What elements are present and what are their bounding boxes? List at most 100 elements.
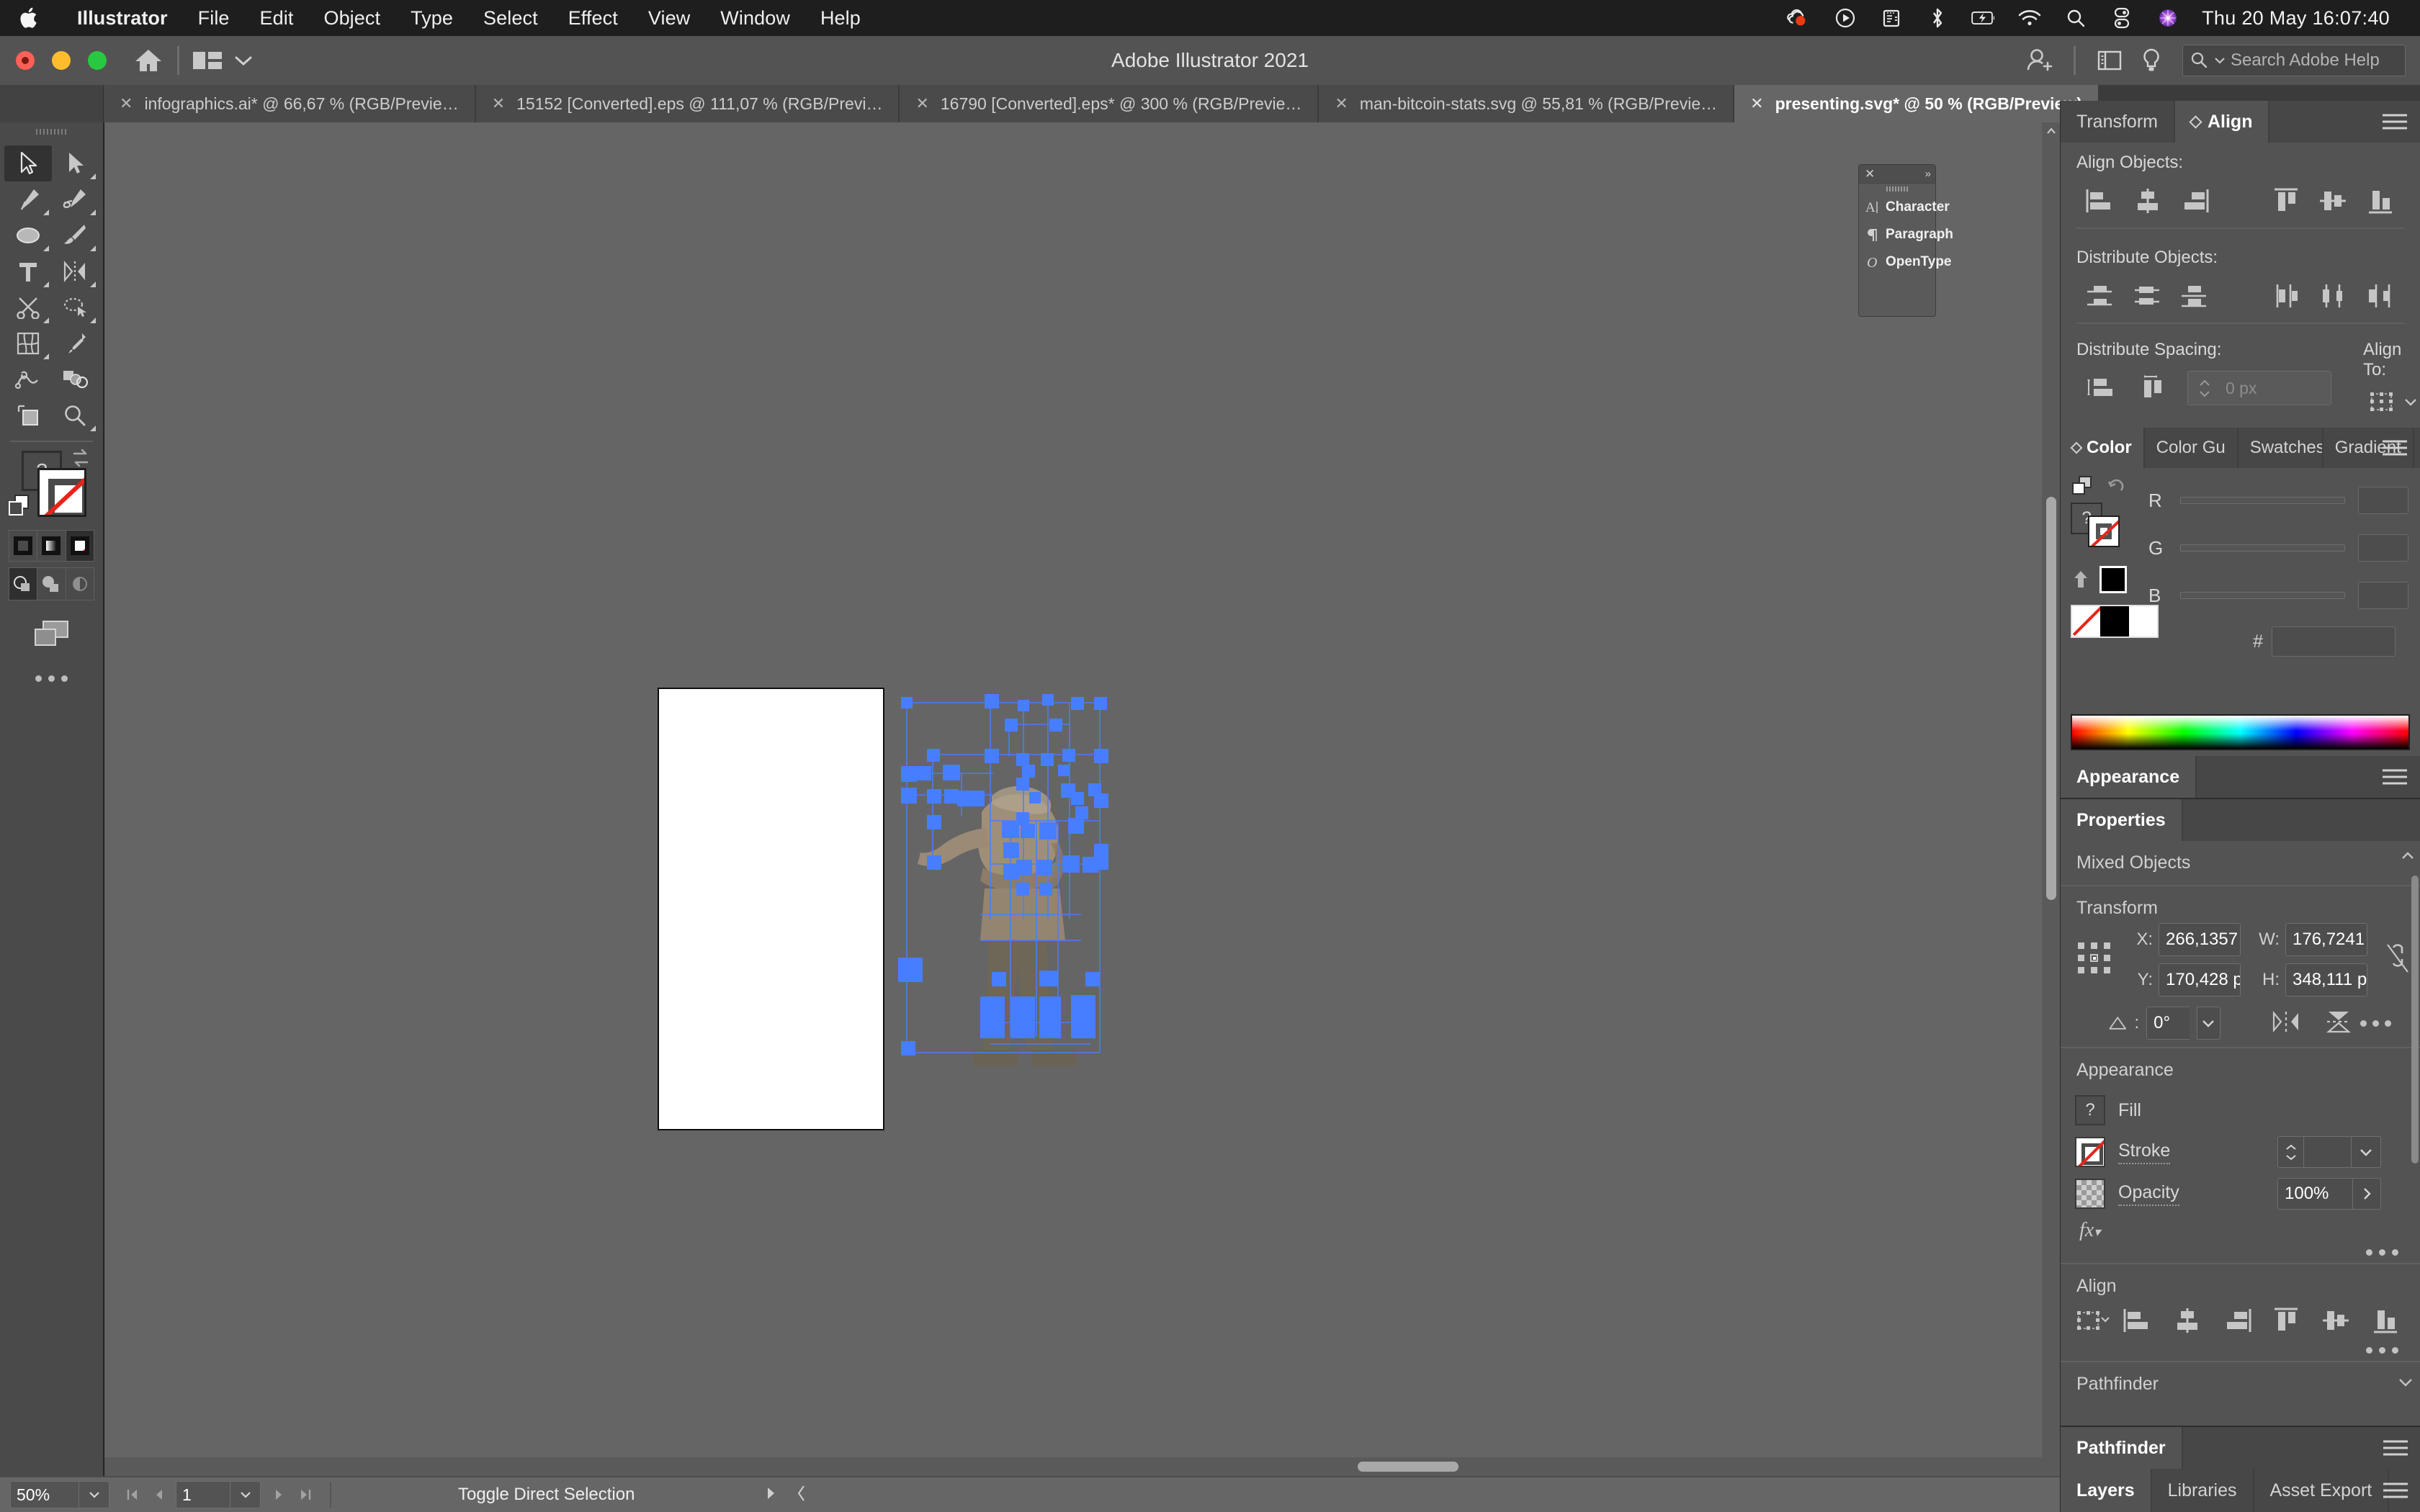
distribute-vertical-space-icon[interactable] <box>2076 369 2128 408</box>
menu-select[interactable]: Select <box>468 7 553 30</box>
scroll-down-icon[interactable] <box>2397 1375 2414 1393</box>
fx-button[interactable]: fx▾ <box>2061 1215 2420 1242</box>
creative-cloud-icon[interactable] <box>1787 6 1811 30</box>
color-mode-solid-button[interactable] <box>9 531 38 561</box>
tab-color-guide[interactable]: Color Gu <box>2144 428 2238 468</box>
canvas-area[interactable] <box>104 122 2042 1476</box>
menu-window[interactable]: Window <box>705 7 805 30</box>
search-icon[interactable] <box>2063 6 2088 30</box>
status-collapse-icon[interactable] <box>796 1484 807 1506</box>
close-window-button[interactable] <box>16 51 35 70</box>
doc-tab-presenting[interactable]: ✕ presenting.svg* @ 50 % (RGB/Preview) <box>1734 85 2099 122</box>
selection-tool[interactable] <box>4 145 52 181</box>
page-control[interactable]: 1 <box>176 1481 261 1508</box>
doc-tab-16790[interactable]: ✕ 16790 [Converted].eps* @ 300 % (RGB/Pr… <box>900 85 1319 122</box>
tab-appearance[interactable]: Appearance <box>2061 756 2197 798</box>
curvature-tool[interactable] <box>52 181 99 217</box>
distribute-bottom-icon[interactable] <box>2172 276 2219 315</box>
workspace-icon[interactable] <box>2089 42 2130 78</box>
menu-view[interactable]: View <box>633 7 705 30</box>
align-right-icon[interactable] <box>2172 181 2219 220</box>
control-center-icon[interactable] <box>2110 6 2134 30</box>
shape-builder-tool[interactable] <box>4 325 52 361</box>
align-to-selector[interactable] <box>2363 389 2419 415</box>
character-panel-grip[interactable] <box>1859 184 1935 194</box>
doc-tab-15152[interactable]: ✕ 15152 [Converted].eps @ 111,07 % (RGB/… <box>475 85 900 122</box>
tab-layers[interactable]: Layers <box>2061 1469 2152 1512</box>
unlink-proportions-icon[interactable] <box>2383 942 2412 978</box>
paintbrush-tool[interactable] <box>52 217 99 253</box>
tab-pathfinder[interactable]: Pathfinder <box>2061 1427 2183 1469</box>
battery-charging-icon[interactable] <box>1971 6 1996 30</box>
opacity-input[interactable]: 100% <box>2277 1178 2352 1210</box>
artboard-tool[interactable] <box>4 397 52 433</box>
angle-dropdown-icon[interactable] <box>2196 1007 2220 1040</box>
r-value-input[interactable] <box>2358 487 2408 514</box>
default-fill-stroke-icon[interactable] <box>7 494 30 517</box>
align-horizontal-center-icon[interactable] <box>2163 1301 2213 1340</box>
tab-transform[interactable]: Transform <box>2061 101 2175 143</box>
w-input[interactable]: 176,7241 <box>2285 923 2367 956</box>
draw-behind-button[interactable] <box>37 568 66 600</box>
align-bottom-icon[interactable] <box>2360 1301 2410 1340</box>
close-icon[interactable]: ✕ <box>1750 94 1763 113</box>
stroke-stepper[interactable] <box>2277 1136 2303 1168</box>
bluetooth-icon[interactable] <box>1925 6 1950 30</box>
spacing-value-input[interactable]: 0 px <box>2187 371 2331 405</box>
type-tool[interactable] <box>4 253 52 289</box>
swap-fill-stroke-icon[interactable] <box>68 446 93 471</box>
panel-item-paragraph[interactable]: Paragraph <box>1859 221 1953 248</box>
color-spectrum-bar[interactable] <box>2071 714 2410 750</box>
more-tools-icon[interactable] <box>0 675 103 682</box>
tab-properties[interactable]: Properties <box>2061 799 2183 841</box>
canvas-vertical-scrollbar[interactable] <box>2042 122 2061 1476</box>
r-slider[interactable] <box>2180 497 2345 504</box>
change-screen-mode-icon[interactable] <box>0 619 103 649</box>
zoom-window-button[interactable] <box>88 51 107 70</box>
doc-tab-man-bitcoin-stats[interactable]: ✕ man-bitcoin-stats.svg @ 55,81 % (RGB/P… <box>1319 85 1735 122</box>
panel-menu-icon[interactable] <box>2383 436 2407 460</box>
menu-bar-clock[interactable]: Thu 20 May 16:07:40 <box>2202 7 2390 30</box>
none-swatch[interactable] <box>2072 606 2101 636</box>
menu-help[interactable]: Help <box>805 7 876 30</box>
distribute-top-icon[interactable] <box>2076 276 2124 315</box>
distribute-right-icon[interactable] <box>2357 276 2404 315</box>
close-icon[interactable]: ✕ <box>492 94 505 113</box>
align-to-selection-icon[interactable] <box>2071 1301 2113 1340</box>
scissors-tool[interactable] <box>4 289 52 325</box>
lightbulb-icon[interactable] <box>2130 42 2172 78</box>
panel-item-opentype[interactable]: O OpenType <box>1859 248 1952 276</box>
tab-asset-export[interactable]: Asset Export <box>2254 1469 2390 1512</box>
align-left-icon[interactable] <box>2113 1301 2163 1340</box>
align-bottom-icon[interactable] <box>2357 181 2404 220</box>
tab-align[interactable]: Align <box>2174 101 2270 143</box>
spacing-stepper[interactable] <box>2188 379 2217 398</box>
color-mode-gradient-button[interactable] <box>37 531 66 561</box>
zoom-tool[interactable] <box>52 397 99 433</box>
page-number-input[interactable]: 1 <box>176 1481 230 1508</box>
home-icon[interactable] <box>133 46 164 75</box>
flip-horizontal-icon[interactable] <box>2271 1010 2301 1037</box>
zoom-dropdown-icon[interactable] <box>79 1481 109 1508</box>
h-input[interactable]: 348,111 p <box>2285 963 2367 996</box>
distribute-horizontal-space-icon[interactable] <box>2128 369 2180 408</box>
revert-icon[interactable] <box>2105 476 2127 496</box>
align-top-icon[interactable] <box>2262 1301 2311 1340</box>
panel-menu-icon[interactable] <box>2383 110 2407 134</box>
y-input[interactable]: 170,428 p <box>2159 963 2241 996</box>
scroll-up-icon[interactable] <box>2400 850 2416 866</box>
character-panel-collapsed[interactable]: ✕ » A Character Paragraph O OpenType <box>1858 164 1953 317</box>
menu-file[interactable]: File <box>183 7 245 30</box>
menu-edit[interactable]: Edit <box>245 7 309 30</box>
align-vertical-center-icon[interactable] <box>2311 1301 2361 1340</box>
tab-color[interactable]: Color <box>2061 428 2145 468</box>
direct-selection-tool[interactable] <box>52 145 99 181</box>
distribute-vertical-center-icon[interactable] <box>2124 276 2172 315</box>
last-page-icon[interactable] <box>292 1481 318 1508</box>
wifi-icon[interactable] <box>2017 6 2042 30</box>
eyedropper-tool[interactable] <box>52 325 99 361</box>
stroke-weight-input[interactable] <box>2303 1136 2351 1168</box>
tab-libraries[interactable]: Libraries <box>2151 1469 2254 1512</box>
panel-menu-icon[interactable] <box>2383 1479 2408 1503</box>
stroke-swatch-button[interactable] <box>2075 1137 2105 1167</box>
